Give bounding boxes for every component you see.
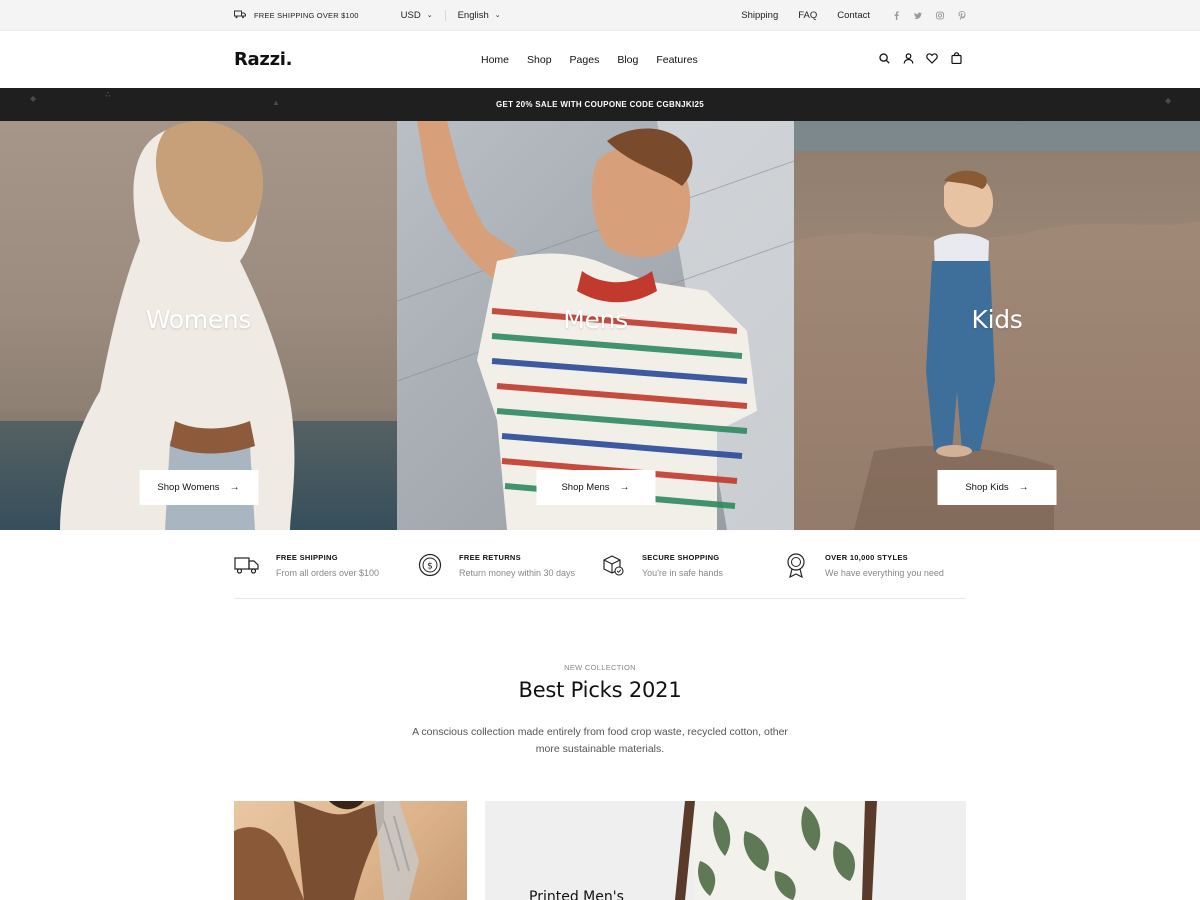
nav-blog[interactable]: Blog — [617, 54, 638, 66]
decoration-icon: ◆ — [30, 94, 37, 103]
decoration-icon: ◆ — [1165, 96, 1172, 105]
category-title: Mens — [563, 305, 628, 334]
free-shipping-notice: FREE SHIPPING OVER $100 — [234, 10, 359, 21]
chevron-down-icon: ⌄ — [494, 11, 501, 19]
section-title: Best Picks 2021 — [518, 678, 682, 702]
currency-value: USD — [400, 10, 421, 21]
decoration-icon: ▲ — [272, 98, 281, 107]
pinterest-icon[interactable] — [958, 11, 966, 20]
truck-icon — [234, 552, 260, 578]
nav-pages[interactable]: Pages — [570, 54, 600, 66]
chevron-down-icon: ⌄ — [426, 11, 433, 19]
product-title[interactable]: Printed Men's — [529, 889, 624, 900]
top-bar: FREE SHIPPING OVER $100 USD ⌄ English ⌄ … — [0, 0, 1200, 31]
category-panel-kids[interactable]: Kids Shop Kids → — [794, 121, 1200, 530]
button-label: Shop Womens — [157, 482, 220, 493]
product-photo — [675, 801, 877, 900]
product-card-1[interactable] — [234, 801, 467, 900]
nav-shop[interactable]: Shop — [527, 54, 552, 66]
main-nav: Home Shop Pages Blog Features — [472, 31, 707, 88]
bag-icon[interactable] — [950, 51, 962, 65]
arrow-right-icon: → — [619, 482, 630, 493]
twitter-icon[interactable] — [914, 11, 922, 20]
feature-subtitle: Return money within 30 days — [459, 567, 576, 578]
truck-icon — [234, 10, 246, 21]
decoration-icon: ∴ — [105, 90, 111, 99]
section-eyebrow: NEW COLLECTION — [564, 663, 636, 672]
category-title: Kids — [971, 305, 1023, 334]
category-panel-mens[interactable]: Mens Shop Mens → — [397, 121, 794, 530]
shop-womens-button[interactable]: Shop Womens → — [139, 470, 258, 505]
badge-icon — [783, 552, 809, 578]
category-hero: Womens Shop Womens → Mens Shop Mens → Ki… — [0, 121, 1200, 530]
arrow-right-icon: → — [229, 482, 240, 493]
feature-subtitle: You're in safe hands — [642, 567, 723, 578]
contact-link[interactable]: Contact — [837, 10, 870, 21]
button-label: Shop Kids — [965, 482, 1009, 493]
instagram-icon[interactable] — [936, 11, 944, 20]
feature-title: FREE RETURNS — [459, 552, 521, 562]
currency-selector[interactable]: USD ⌄ — [401, 10, 433, 21]
section-description: A conscious collection made entirely fro… — [412, 726, 788, 755]
nav-home[interactable]: Home — [481, 54, 509, 66]
category-panel-womens[interactable]: Womens Shop Womens → — [0, 121, 397, 530]
user-icon[interactable] — [902, 51, 914, 65]
feature-title: FREE SHIPPING — [276, 552, 338, 562]
product-card-2[interactable]: Printed Men's — [485, 801, 966, 900]
promo-banner: ◆ ∴ ▲ ◆ GET 20% SALE WITH COUPONE CODE C… — [0, 88, 1200, 121]
coin-icon: $ — [417, 552, 443, 578]
feature-free-shipping: FREE SHIPPING From all orders over $100 — [234, 530, 417, 598]
header-actions — [878, 51, 962, 65]
feature-subtitle: We have everything you need — [825, 567, 944, 578]
nav-features[interactable]: Features — [656, 54, 697, 66]
feature-secure-shopping: SECURE SHOPPING You're in safe hands — [600, 530, 783, 598]
feature-free-returns: $ FREE RETURNS Return money within 30 da… — [417, 530, 600, 598]
button-label: Shop Mens — [561, 482, 610, 493]
arrow-right-icon: → — [1018, 482, 1029, 493]
free-shipping-text: FREE SHIPPING OVER $100 — [254, 11, 359, 20]
social-links — [892, 11, 966, 20]
feature-title: SECURE SHOPPING — [642, 552, 720, 562]
heart-icon[interactable] — [926, 51, 938, 65]
product-photo — [234, 801, 419, 900]
divider — [444, 10, 446, 21]
shipping-link[interactable]: Shipping — [741, 10, 778, 21]
promo-text: GET 20% SALE WITH COUPONE CODE CGBNJKI25 — [495, 100, 705, 109]
svg-text:$: $ — [427, 562, 433, 572]
facebook-icon[interactable] — [892, 11, 900, 20]
site-logo[interactable]: Razzi. — [234, 49, 292, 70]
feature-subtitle: From all orders over $100 — [276, 567, 380, 578]
shop-mens-button[interactable]: Shop Mens → — [536, 470, 655, 505]
feature-title: OVER 10,000 STYLES — [825, 552, 908, 562]
category-title: Womens — [145, 305, 252, 334]
faq-link[interactable]: FAQ — [798, 10, 817, 21]
shop-kids-button[interactable]: Shop Kids → — [937, 470, 1057, 505]
box-check-icon — [600, 552, 626, 578]
feature-styles: OVER 10,000 STYLES We have everything yo… — [783, 530, 966, 598]
search-icon[interactable] — [878, 51, 890, 65]
language-selector[interactable]: English ⌄ — [458, 10, 501, 21]
language-value: English — [457, 10, 489, 21]
feature-list: FREE SHIPPING From all orders over $100 … — [234, 530, 966, 599]
site-header: Razzi. Home Shop Pages Blog Features — [0, 31, 1200, 88]
